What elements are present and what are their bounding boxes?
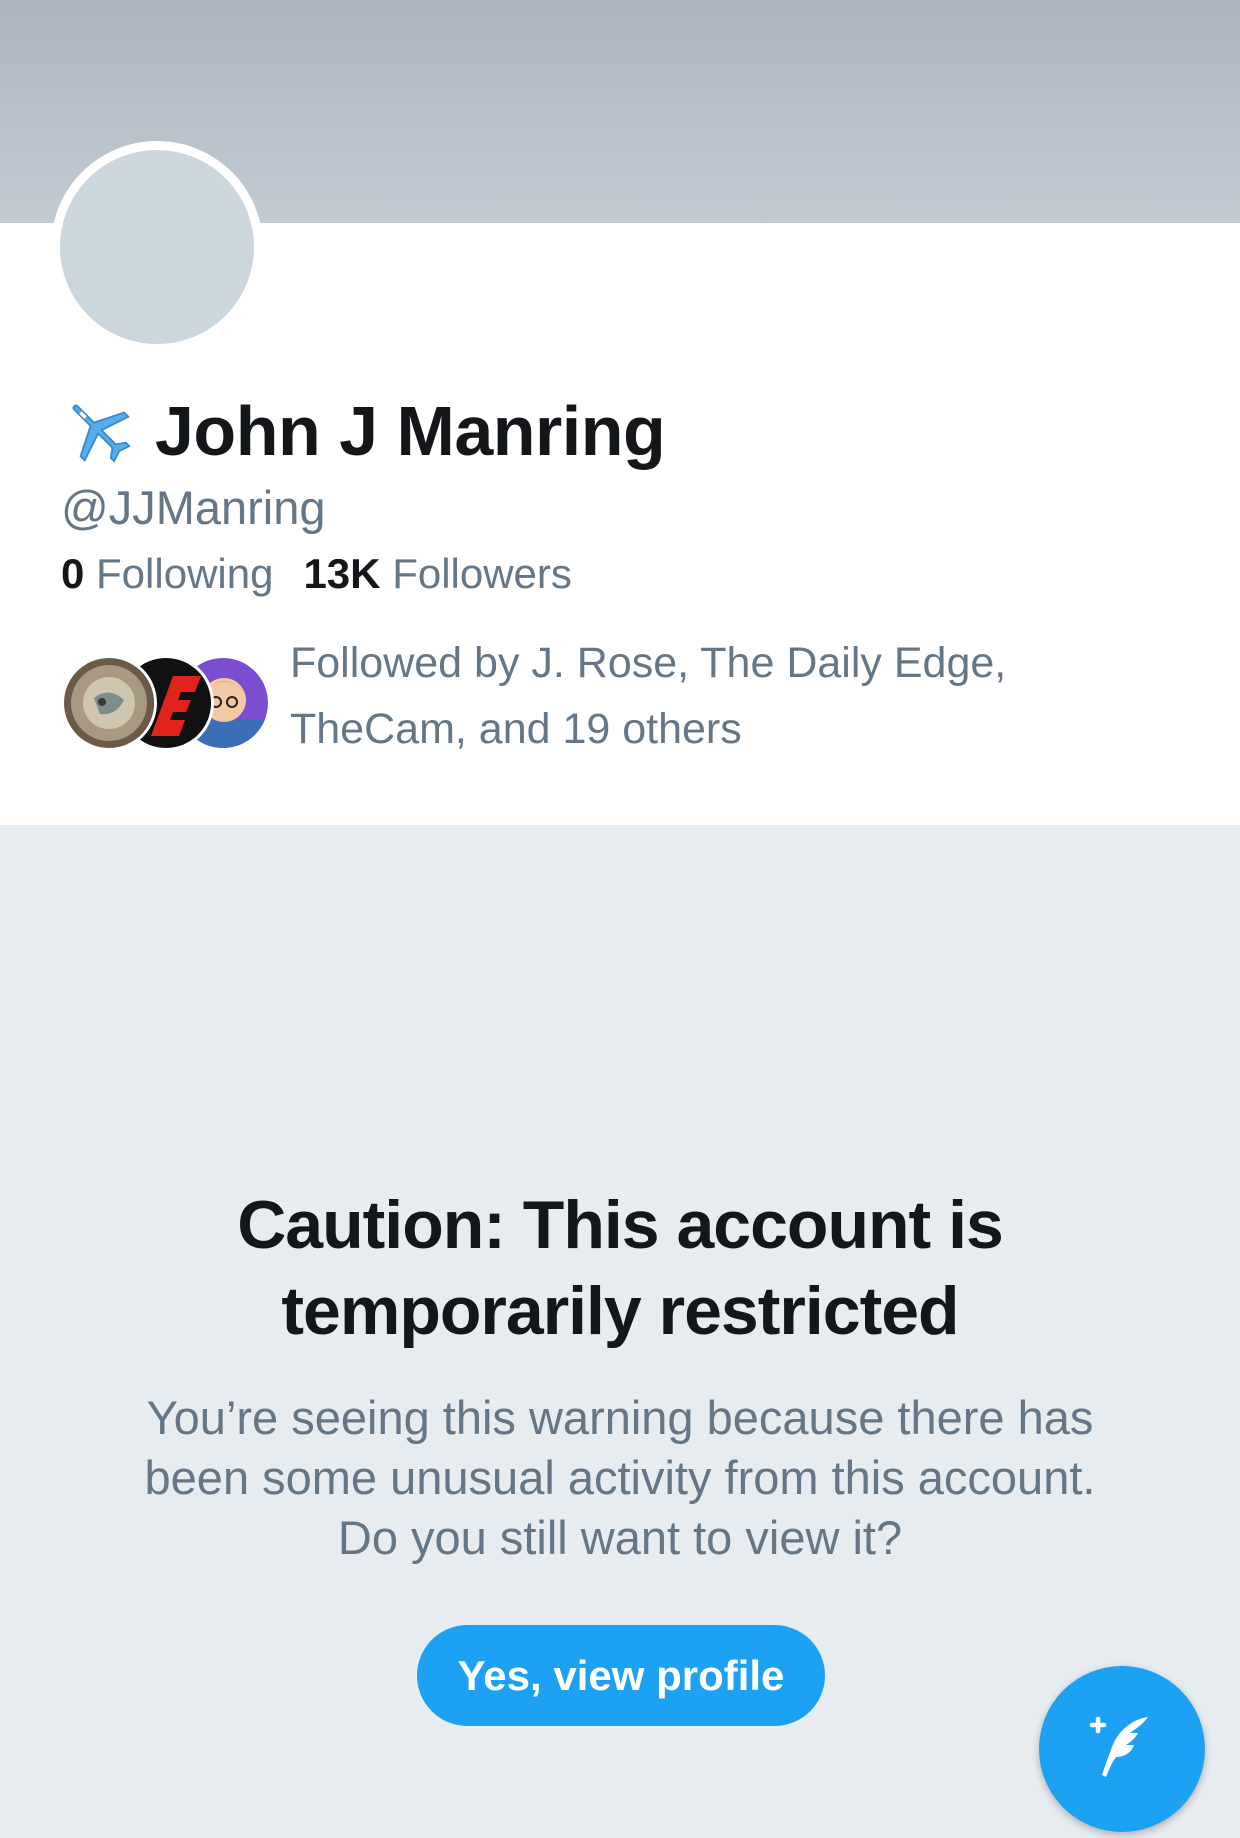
followers-count: 13K [303, 550, 381, 597]
profile-name-row: John J Manring [61, 388, 666, 474]
warning-title: Caution: This account is temporarily res… [237, 1187, 1004, 1349]
airplane-icon [72, 404, 131, 463]
followers-link[interactable]: 13K Followers [303, 550, 571, 597]
restriction-warning: Caution: This account is temporarily res… [120, 1182, 1120, 1568]
follower-avatar-1 [61, 655, 157, 751]
profile-handle: @JJManring [61, 481, 326, 534]
followed-by-row[interactable]: Followed by J. Rose, The Daily Edge, The… [61, 630, 1191, 770]
following-label: Following [96, 550, 274, 597]
compose-tweet-icon [1089, 1716, 1148, 1777]
followers-label: Followers [392, 550, 572, 597]
following-link[interactable]: 0 Following [61, 550, 273, 597]
profile-avatar[interactable] [51, 141, 263, 353]
followed-by-text: Followed by J. Rose, The Daily Edge, The… [290, 639, 1007, 753]
profile-display-name: John J Manring [155, 392, 666, 470]
profile-stats: 0 Following 13K Followers [61, 550, 572, 598]
warning-body: You’re seeing this warning because there… [144, 1391, 1096, 1564]
view-profile-button[interactable]: Yes, view profile [417, 1625, 825, 1726]
following-count: 0 [61, 550, 85, 597]
followed-by-avatars [61, 655, 271, 751]
compose-tweet-button[interactable] [1039, 1666, 1205, 1832]
